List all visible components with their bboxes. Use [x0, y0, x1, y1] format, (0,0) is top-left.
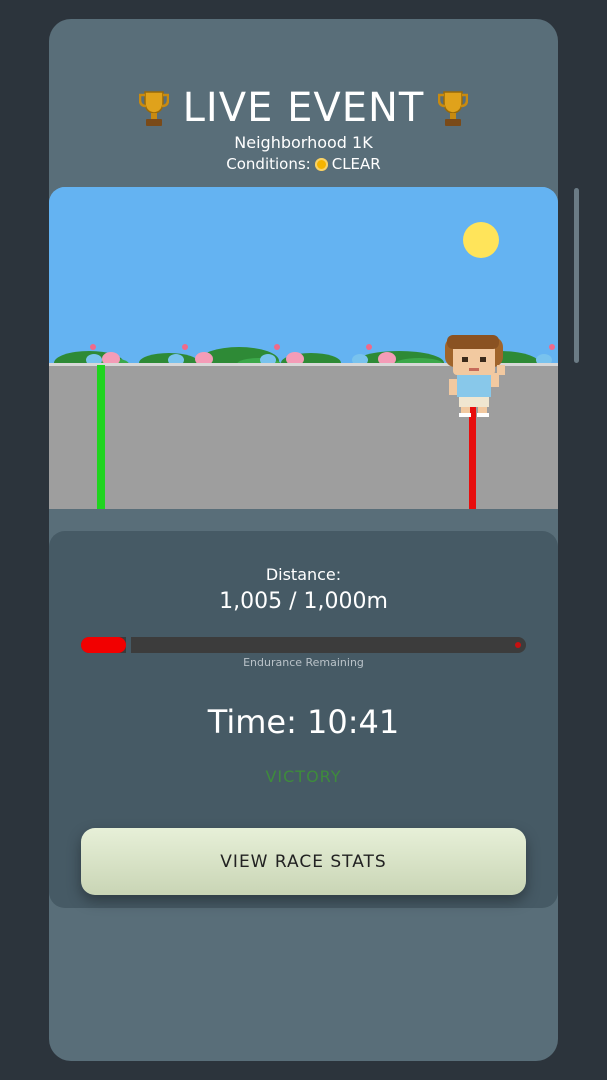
scrollbar[interactable] [574, 188, 579, 363]
endurance-bar-gap [126, 637, 131, 653]
conditions-label: Conditions: [226, 155, 311, 173]
conditions-value: CLEAR [331, 155, 381, 173]
distance-label: Distance: [265, 565, 342, 584]
conditions-row: Conditions: CLEAR [49, 155, 558, 173]
endurance-label: Endurance Remaining [243, 656, 364, 669]
endurance-bar [81, 637, 526, 653]
distance-value: 1,005 / 1,000m [219, 589, 388, 614]
race-track-illustration [49, 187, 558, 509]
event-name: Neighborhood 1K [234, 133, 373, 152]
endurance-bar-fill [81, 637, 126, 653]
trophy-icon [438, 91, 469, 126]
race-stats-panel: Distance: 1,005 / 1,000m Endurance Remai… [49, 531, 558, 908]
endurance-bar-end-marker [515, 642, 521, 648]
view-race-stats-button[interactable]: VIEW RACE STATS [81, 828, 526, 895]
race-time: Time: 10:41 [207, 703, 400, 741]
finish-line [469, 407, 476, 509]
race-result: VICTORY [265, 767, 342, 786]
start-line [97, 365, 105, 509]
title-text: LIVE EVENT [182, 85, 425, 131]
event-card: LIVE EVENT Neighborhood 1K Conditions: C… [49, 19, 558, 1061]
trophy-icon [138, 91, 169, 126]
race-scene [49, 187, 558, 509]
sun-icon [314, 157, 328, 171]
sun-icon [463, 222, 499, 258]
page-title: LIVE EVENT [49, 85, 558, 131]
